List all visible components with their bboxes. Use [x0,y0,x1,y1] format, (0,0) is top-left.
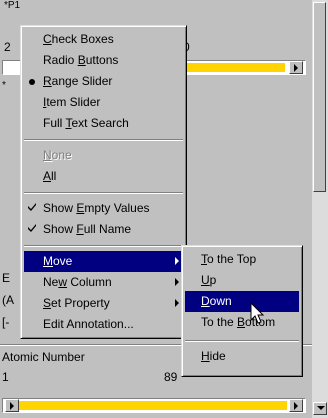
menu-item-label: Full Text Search [43,116,129,130]
range-max-value: 89 [164,370,178,384]
range-slider-fill [185,63,285,72]
menu-item-set-property[interactable]: Set Property [24,293,183,314]
range-min-value: 1 [2,370,9,384]
check-mark-icon [28,203,36,211]
submenu-arrow-icon [175,278,179,286]
radio-bullet-icon [29,79,35,85]
menu-item-label: None [43,148,72,162]
menu-item-show-empty-values[interactable]: Show Empty Values [24,198,183,219]
panel-title: Atomic Number [2,350,85,364]
slider-right-button[interactable] [289,399,303,412]
menu-item-label: Check Boxes [43,32,114,46]
menu-item-label: All [43,169,57,183]
mid-label: E [2,271,11,285]
submenu-item-up[interactable]: Up [185,270,299,291]
submenu-arrow-icon [175,299,179,307]
vertical-scrollbar[interactable] [312,0,328,418]
menu-item-show-full-name[interactable]: Show Full Name [24,219,183,240]
menu-item-label: New Column [43,275,112,289]
arrow-right-icon [10,402,14,410]
menu-item-item-slider[interactable]: Item Slider [24,92,183,113]
slider-right-button[interactable] [289,61,303,74]
menu-item-radio-buttons[interactable]: Radio Buttons [24,50,183,71]
panel-value-left: 2 [4,40,11,54]
menu-item-edit-annotation[interactable]: Edit Annotation... [24,314,183,335]
scroll-down-button[interactable] [313,402,327,415]
menu-item-full-text-search[interactable]: Full Text Search [24,113,183,134]
panel-marker: * [2,80,6,91]
menu-item-label: Set Property [43,296,110,310]
menu-item-new-column[interactable]: New Column [24,272,183,293]
range-slider-atomic-number[interactable] [2,398,306,413]
menu-item-label: Up [201,273,217,287]
submenu-item-hide[interactable]: Hide [185,346,299,367]
menu-item-range-slider[interactable]: Range Slider [24,71,183,92]
submenu-item-to-the-bottom[interactable]: To the Bottom [185,312,299,333]
menu-item-label: Hide [201,349,226,363]
menu-item-label: Radio Buttons [43,53,119,67]
slider-left-button[interactable] [5,399,19,412]
arrow-right-icon [294,64,298,72]
mid-paren: (A [2,293,14,307]
submenu-item-down[interactable]: Down [185,291,299,312]
scrollbar-thumb[interactable] [313,2,326,192]
submenu-item-to-the-top[interactable]: To the Top [185,249,299,270]
move-submenu: To the Top Up Down To the Bottom Hide [181,245,303,377]
mouse-pointer-icon [250,302,265,324]
menu-item-label: Show Empty Values [43,201,150,215]
menu-item-label: To the Top [201,252,257,266]
menu-item-label: Item Slider [43,95,101,109]
menu-item-label: Range Slider [43,74,113,88]
submenu-arrow-icon [175,257,179,265]
menu-item-label: Down [201,294,232,308]
menu-item-all[interactable]: All [24,166,183,187]
menu-item-none: None [24,145,183,166]
panel-title: *P1 [4,0,21,11]
menu-item-label: Edit Annotation... [43,317,134,331]
menu-item-label: Show Full Name [43,222,132,236]
check-mark-icon [28,224,36,232]
context-menu: Check Boxes Radio Buttons Range Slider I… [20,25,187,339]
mid-box: [- [2,315,10,329]
arrow-down-icon [317,406,325,410]
menu-item-check-boxes[interactable]: Check Boxes [24,29,183,50]
menu-separator [185,340,299,342]
arrow-right-icon [294,402,298,410]
menu-item-label: Move [43,254,73,268]
menu-item-move[interactable]: Move [24,251,183,272]
menu-separator [24,139,183,141]
menu-separator [24,192,183,194]
menu-separator [24,245,183,247]
range-slider-fill [19,401,287,410]
